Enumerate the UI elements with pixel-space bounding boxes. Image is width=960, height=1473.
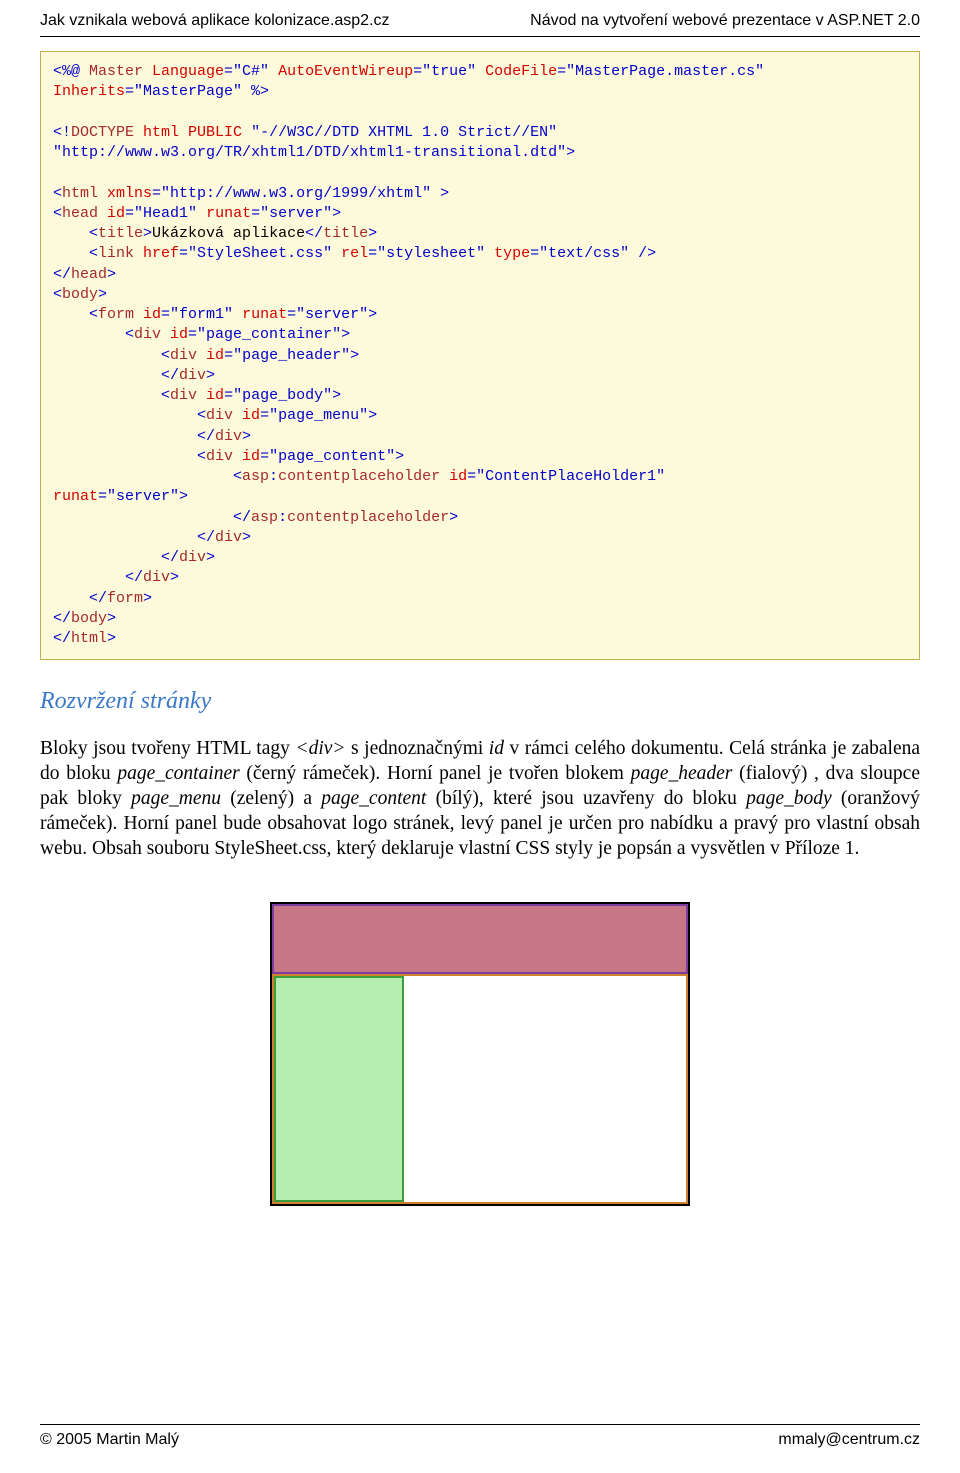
page-container-box [270,902,690,1206]
header-left: Jak vznikala webová aplikace kolonizace.… [40,12,390,30]
header-divider [40,36,920,37]
layout-diagram [40,902,920,1206]
body-paragraph: Bloky jsou tvořeny HTML tagy <div> s jed… [40,737,920,862]
footer-right: mmaly@centrum.cz [778,1431,920,1449]
code-block: <%@ Master Language="C#" AutoEventWireup… [40,51,920,660]
section-title: Rozvržení stránky [40,688,920,715]
header-right: Návod na vytvoření webové prezentace v A… [530,12,920,30]
page-body-box [272,974,688,1204]
page-footer-row: © 2005 Martin Malý mmaly@centrum.cz [40,1427,920,1453]
page-header-box [272,904,688,974]
page-menu-box [274,976,404,1202]
footer-left: © 2005 Martin Malý [40,1431,179,1449]
page-header-row: Jak vznikala webová aplikace kolonizace.… [40,8,920,34]
footer-divider [40,1424,920,1425]
page-content-box [404,976,686,1202]
